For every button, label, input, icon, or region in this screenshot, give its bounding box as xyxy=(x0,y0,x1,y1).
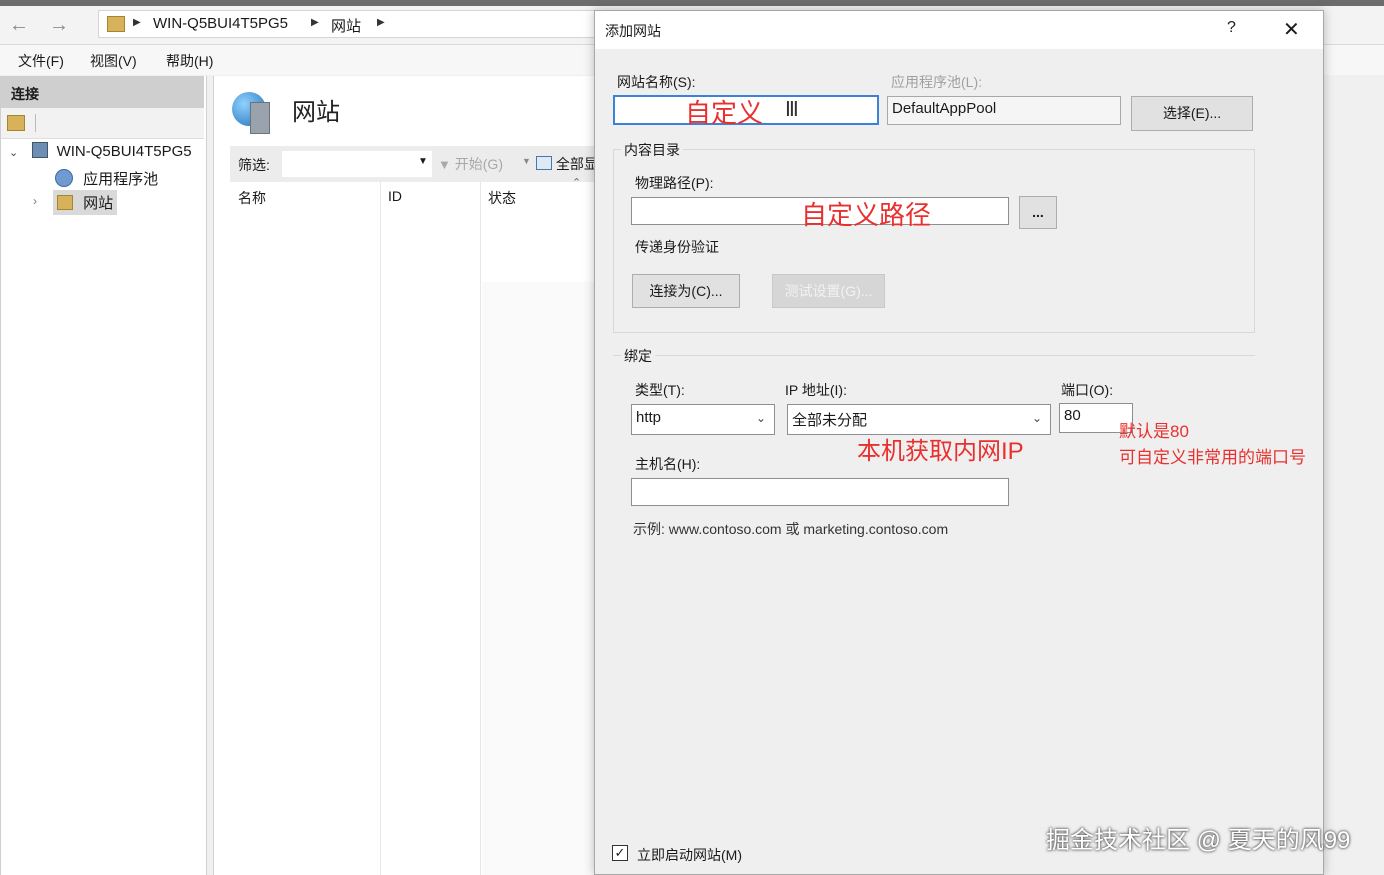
annotation-custom-path: 自定义路径 xyxy=(801,200,932,230)
binding-label: 绑定 xyxy=(621,346,655,366)
content-directory-label: 内容目录 xyxy=(621,140,683,160)
add-website-dialog: 添加网站 ? ✕ 网站名称(S): 自定义 Ⅲ 应用程序池(L): Defaul… xyxy=(594,10,1324,875)
filter-input[interactable] xyxy=(282,151,432,177)
connections-header: 连接 xyxy=(1,76,204,108)
column-divider xyxy=(380,182,381,875)
pass-auth-label: 传递身份验证 xyxy=(635,239,719,255)
dialog-title: 添加网站 xyxy=(605,23,661,39)
start-filter-button[interactable]: ▼ 开始(G) xyxy=(438,154,503,174)
tree-sites-label: 网站 xyxy=(83,195,114,212)
type-select[interactable]: http ⌄ xyxy=(631,404,775,435)
chevron-down-icon: ⌄ xyxy=(756,411,767,425)
connections-toolbar xyxy=(1,108,204,139)
test-settings-button: 测试设置(G)... xyxy=(772,274,885,308)
back-button[interactable]: ← xyxy=(8,14,30,36)
column-divider xyxy=(480,182,481,875)
start-dropdown-icon[interactable]: ▼ xyxy=(522,156,531,166)
type-label: 类型(T): xyxy=(635,382,685,398)
breadcrumb-arrow-icon[interactable]: ▶ xyxy=(377,17,385,28)
tree-app-pools[interactable]: 应用程序池 xyxy=(55,168,158,189)
filter-dropdown-icon[interactable]: ▼ xyxy=(418,156,428,167)
connect-icon[interactable] xyxy=(7,115,25,131)
select-app-pool-button[interactable]: 选择(E)... xyxy=(1131,96,1253,131)
filter-bar: 筛选: ▼ ▼ 开始(G) ▼ 全部显 xyxy=(230,146,610,182)
annotation-port-custom: 可自定义非常用的端口号 xyxy=(1119,448,1306,467)
app-pool-icon xyxy=(55,169,73,187)
sort-up-icon[interactable]: ⌃ xyxy=(572,176,581,189)
chevron-down-icon[interactable]: ⌄ xyxy=(9,147,18,159)
port-value: 80 xyxy=(1064,407,1081,424)
browse-button[interactable]: ... xyxy=(1019,196,1057,229)
physical-path-label: 物理路径(P): xyxy=(635,175,714,191)
column-status[interactable]: 状态 xyxy=(488,188,516,208)
hostname-label: 主机名(H): xyxy=(635,456,701,472)
server-icon xyxy=(250,102,270,134)
app-pool-input: DefaultAppPool xyxy=(887,96,1121,125)
annotation-custom: 自定义 xyxy=(685,98,764,128)
list-empty-area xyxy=(482,282,610,875)
sites-panel: 网站 筛选: ▼ ▼ 开始(G) ▼ 全部显 名称 ID 状态 ⌃ xyxy=(213,76,614,875)
start-site-label[interactable]: 立即启动网站(M) xyxy=(637,845,742,865)
chevron-down-icon: ⌄ xyxy=(1032,411,1043,425)
toolbar-divider xyxy=(35,114,36,132)
site-name-label: 网站名称(S): xyxy=(617,74,696,90)
help-button[interactable]: ? xyxy=(1227,19,1236,37)
connections-panel: 连接 ⌄ WIN-Q5BUI4T5PG5 应用程序池 › 网站 xyxy=(0,76,207,875)
type-value: http xyxy=(636,409,662,426)
breadcrumb-arrow-icon: ▶ xyxy=(311,17,319,28)
app-pool-value: DefaultAppPool xyxy=(892,100,997,117)
dialog-title-bar: 添加网站 ? ✕ xyxy=(595,11,1323,49)
ip-address-value: 全部未分配 xyxy=(792,412,868,429)
breadcrumb-server[interactable]: WIN-Q5BUI4T5PG5 xyxy=(153,15,288,32)
menu-view[interactable]: 视图(V) xyxy=(90,51,137,71)
binding-group xyxy=(613,355,1255,356)
tree-app-pools-label: 应用程序池 xyxy=(83,171,159,188)
site-folder-icon xyxy=(57,195,73,210)
port-label: 端口(O): xyxy=(1061,382,1114,398)
start-filter-label: 开始(G) xyxy=(454,156,503,172)
breadcrumb-sites[interactable]: 网站 xyxy=(331,15,361,36)
column-name[interactable]: 名称 xyxy=(238,188,266,208)
hostname-example: 示例: www.contoso.com 或 marketing.contoso.… xyxy=(633,521,949,537)
ip-address-label: IP 地址(I): xyxy=(785,382,847,398)
forward-button[interactable]: → xyxy=(48,14,70,36)
funnel-icon: ▼ xyxy=(438,157,451,172)
column-id[interactable]: ID xyxy=(388,188,402,204)
text-cursor-icon: Ⅲ xyxy=(785,99,799,121)
site-folder-icon xyxy=(107,16,125,32)
server-icon xyxy=(32,142,49,158)
page-title: 网站 xyxy=(292,99,340,126)
show-all-button[interactable]: 全部显 xyxy=(536,154,598,174)
tree-server[interactable]: ⌄ WIN-Q5BUI4T5PG5 xyxy=(9,142,192,160)
menu-help[interactable]: 帮助(H) xyxy=(166,51,213,71)
checkmark-icon: ✓ xyxy=(614,845,626,860)
sites-list: 名称 ID 状态 ⌃ xyxy=(230,177,610,875)
show-all-label: 全部显 xyxy=(555,156,598,172)
menu-file[interactable]: 文件(F) xyxy=(18,51,64,71)
show-all-icon xyxy=(536,156,552,170)
breadcrumb-arrow-icon: ▶ xyxy=(133,17,141,28)
start-site-checkbox[interactable]: ✓ xyxy=(612,845,628,861)
address-box[interactable]: ▶ WIN-Q5BUI4T5PG5 ▶ 网站 ▶ xyxy=(98,10,598,38)
hostname-input[interactable] xyxy=(631,478,1009,506)
chevron-right-icon[interactable]: › xyxy=(33,194,37,208)
tree-sites[interactable]: 网站 xyxy=(53,190,118,215)
close-icon[interactable]: ✕ xyxy=(1283,17,1300,42)
watermark: 掘金技术社区 @ 夏天的风99 xyxy=(1046,827,1351,854)
app-pool-label: 应用程序池(L): xyxy=(891,74,982,90)
connect-as-button[interactable]: 连接为(C)... xyxy=(632,274,740,308)
connections-title: 连接 xyxy=(11,86,39,102)
tree-server-label: WIN-Q5BUI4T5PG5 xyxy=(56,143,192,160)
annotation-port-default: 默认是80 xyxy=(1119,422,1189,441)
annotation-local-ip: 本机获取内网IP xyxy=(857,438,1024,465)
filter-label: 筛选: xyxy=(238,157,270,173)
